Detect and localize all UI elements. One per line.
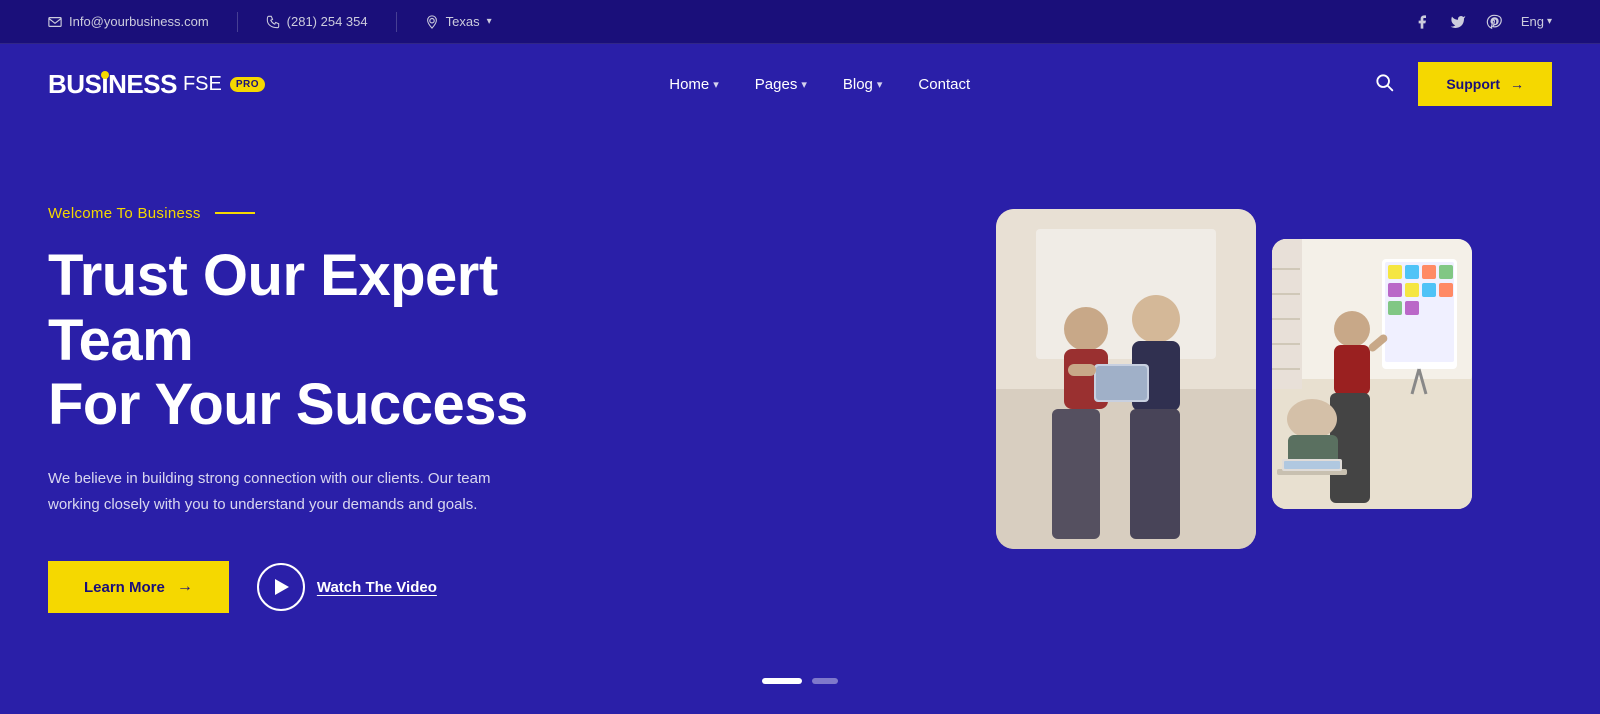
home-chevron: ▾ [713,78,719,91]
support-arrow: → [1510,76,1524,92]
location-item: Texas ▾ [425,14,492,29]
top-bar: Info@yourbusiness.com (281) 254 354 Texa… [0,0,1600,44]
secondary-image-svg [1272,239,1472,509]
location-icon [425,15,439,29]
welcome-dash [215,212,255,214]
divider-1 [237,12,238,32]
top-bar-left: Info@yourbusiness.com (281) 254 354 Texa… [48,12,492,32]
lang-chevron: ▾ [1547,16,1552,27]
nav-pages-link[interactable]: Pages ▾ [755,76,807,93]
location-text[interactable]: Texas [446,14,480,29]
learn-more-button[interactable]: Learn More → [48,561,229,613]
hero-content: Welcome To Business Trust Our Expert Tea… [48,205,628,614]
slide-indicators [762,678,838,684]
slide-dot-2[interactable] [812,678,838,684]
pinterest-icon[interactable] [1485,13,1503,31]
welcome-line: Welcome To Business [48,205,588,222]
email-item: Info@yourbusiness.com [48,14,209,29]
phone-text: (281) 254 354 [287,14,368,29]
phone-item: (281) 254 354 [266,14,368,29]
nav-blog[interactable]: Blog ▾ [843,76,883,93]
support-label: Support [1446,76,1500,92]
learn-more-arrow: → [177,578,193,596]
top-bar-right: Eng ▾ [1413,13,1552,31]
navbar: BUSINESS FSE PRO Home ▾ Pages ▾ Blog ▾ C [0,44,1600,124]
hero-secondary-image [1272,239,1472,509]
logo[interactable]: BUSINESS FSE PRO [48,69,265,100]
facebook-icon[interactable] [1413,13,1431,31]
watch-video-label: Watch The Video [317,579,437,596]
nav-pages[interactable]: Pages ▾ [755,76,807,93]
language-selector[interactable]: Eng ▾ [1521,14,1552,29]
hero-title: Trust Our Expert Team For Your Success [48,244,588,439]
nav-right: Support → [1374,62,1552,106]
nav-home[interactable]: Home ▾ [669,76,719,93]
support-button[interactable]: Support → [1418,62,1552,106]
logo-fse: FSE [183,73,222,96]
hero-description: We believe in building strong connection… [48,466,528,517]
nav-contact[interactable]: Contact [918,76,970,93]
nav-contact-link[interactable]: Contact [918,76,970,93]
twitter-icon[interactable] [1449,13,1467,31]
hero-images [628,199,1552,619]
play-triangle-icon [275,579,289,595]
nav-home-link[interactable]: Home ▾ [669,76,719,93]
phone-icon [266,15,280,29]
divider-2 [396,12,397,32]
blog-chevron: ▾ [877,78,883,91]
email-icon [48,15,62,29]
hero-actions: Learn More → Watch The Video [48,561,588,613]
play-circle-icon [257,563,305,611]
slide-dot-1[interactable] [762,678,802,684]
location-chevron: ▾ [487,16,492,27]
language-text: Eng [1521,14,1544,29]
logo-brand: BUSINESS [48,69,177,100]
logo-pro-badge: PRO [230,77,265,92]
nav-links: Home ▾ Pages ▾ Blog ▾ Contact [669,76,970,93]
watch-video-button[interactable]: Watch The Video [257,563,437,611]
hero-section: Welcome To Business Trust Our Expert Tea… [0,124,1600,714]
hero-title-line2: For Your Success [48,372,528,437]
pages-chevron: ▾ [801,78,807,91]
hero-main-image [996,209,1256,549]
welcome-text: Welcome To Business [48,205,201,222]
search-icon[interactable] [1374,72,1394,97]
main-image-svg [996,209,1256,549]
learn-more-label: Learn More [84,579,165,596]
nav-blog-link[interactable]: Blog ▾ [843,76,883,93]
hero-title-line1: Trust Our Expert Team [48,243,498,373]
email-text: Info@yourbusiness.com [69,14,209,29]
